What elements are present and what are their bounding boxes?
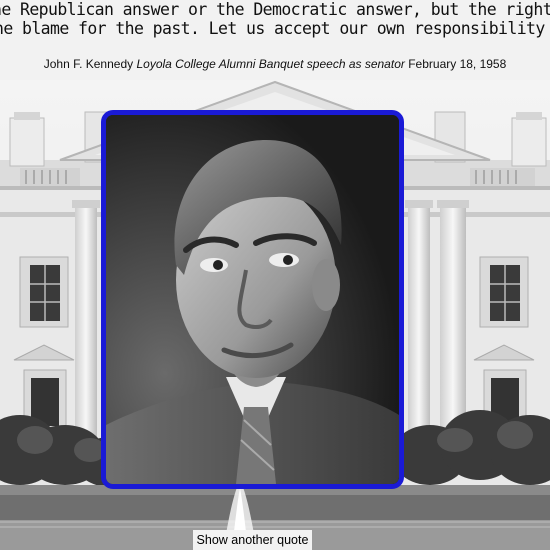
portrait-frame (101, 110, 404, 489)
attribution-author: John F. Kennedy (43, 57, 134, 71)
quote-text-line-2: he blame for the past. Let us accept our… (0, 19, 550, 38)
quote-text-line-1: he Republican answer or the Democratic a… (0, 0, 550, 19)
attribution-venue: Loyola College Alumni Banquet speech as … (136, 57, 405, 71)
attribution-date: February 18, 1958 (408, 57, 507, 71)
quote-attribution: John F. Kennedy Loyola College Alumni Ba… (0, 57, 550, 71)
show-another-quote-button[interactable]: Show another quote (193, 530, 312, 550)
kennedy-portrait (106, 115, 399, 484)
quote-area: he Republican answer or the Democratic a… (0, 0, 550, 80)
